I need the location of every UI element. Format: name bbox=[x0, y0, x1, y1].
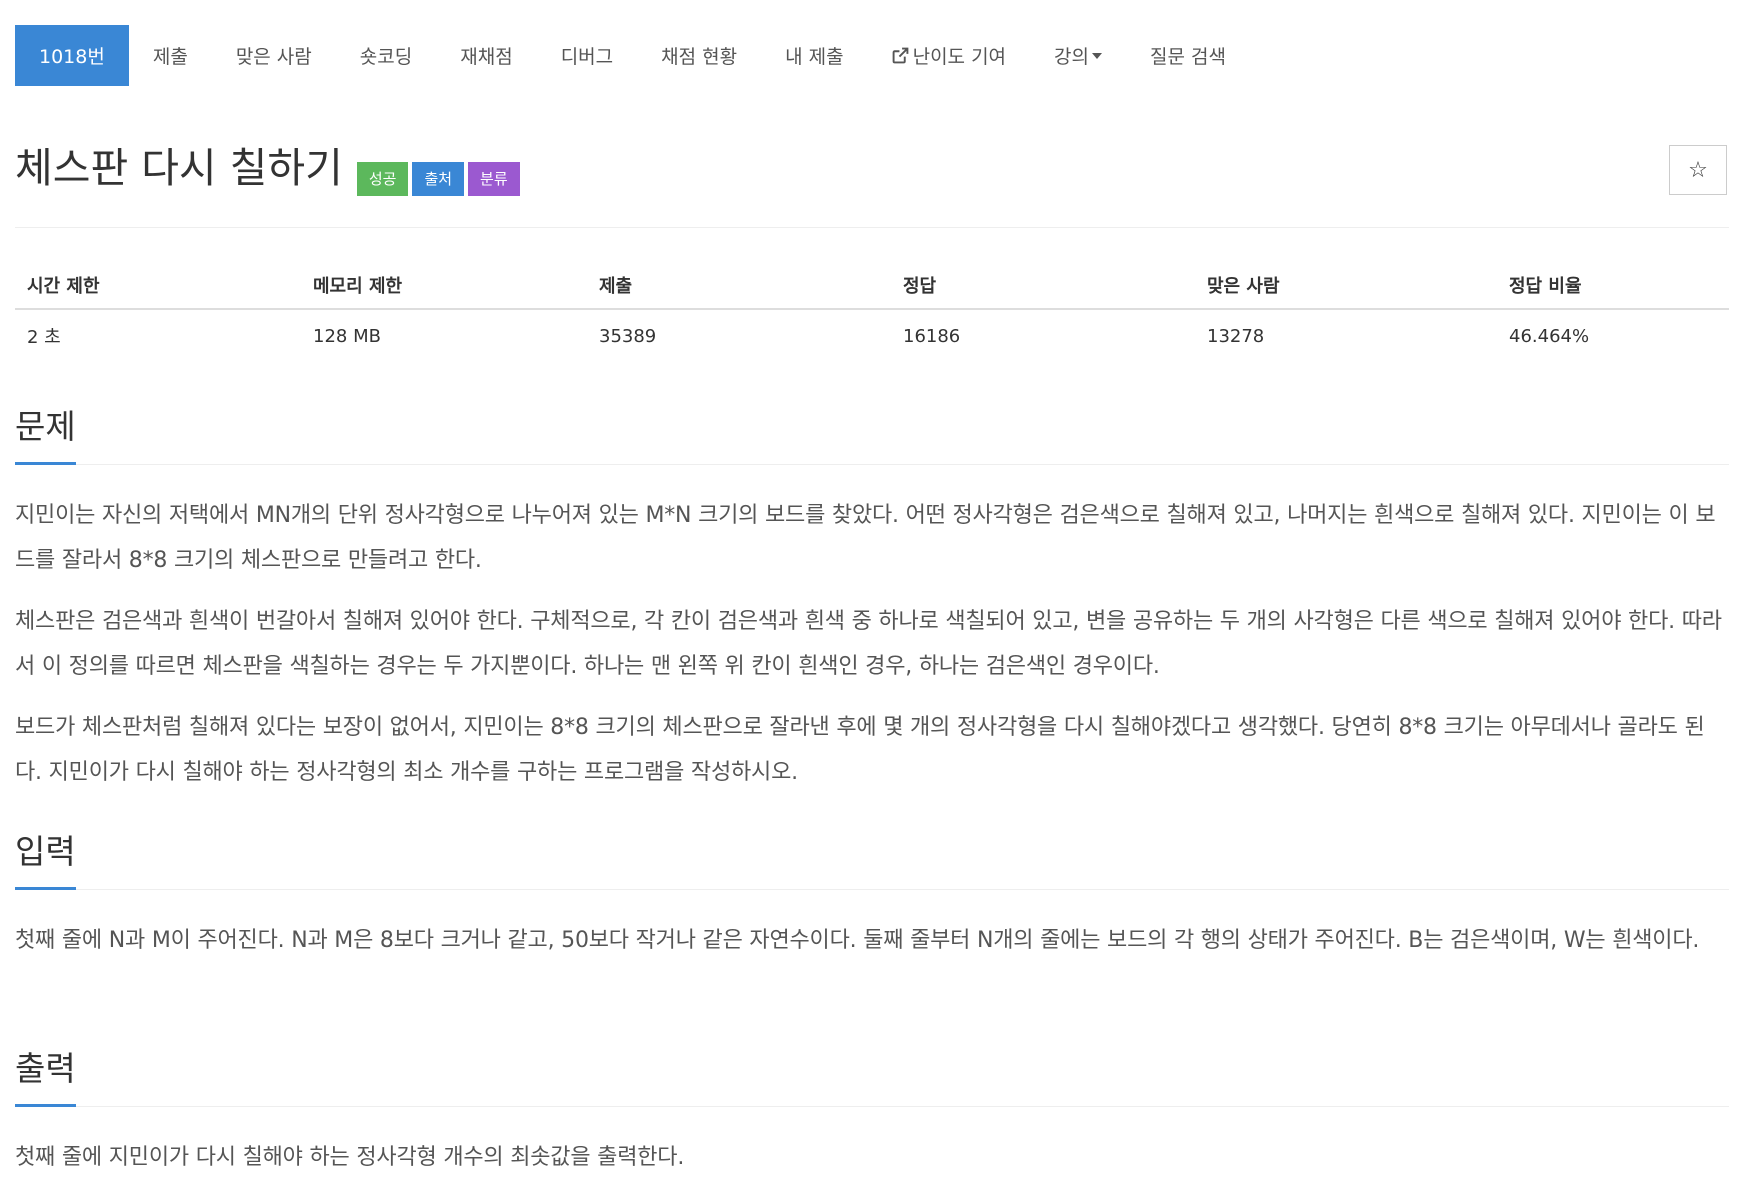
tab-label: 질문 검색 bbox=[1150, 46, 1226, 68]
output-paragraph: 첫째 줄에 지민이가 다시 칠해야 하는 정사각형 개수의 최솟값을 출력한다. bbox=[15, 1145, 685, 1170]
tab-label: 채점 현황 bbox=[661, 46, 738, 68]
external-link-icon bbox=[892, 47, 909, 64]
problem-tabs: 1018번 제출 맞은 사람 숏코딩 재채점 디버그 채점 현황 내 제출 난이… bbox=[15, 25, 1250, 86]
description-paragraph: 지민이는 자신의 저택에서 MN개의 단위 정사각형으로 나누어져 있는 M*N… bbox=[15, 503, 1716, 573]
section-title: 출력 bbox=[15, 1049, 76, 1088]
tab-rejudge[interactable]: 재채점 bbox=[436, 25, 536, 86]
tab-status[interactable]: 채점 현황 bbox=[637, 25, 761, 86]
source-badge[interactable]: 출처 bbox=[412, 162, 465, 196]
tab-question-search[interactable]: 질문 검색 bbox=[1126, 25, 1250, 86]
title-row: 체스판 다시 칠하기 성공 출처 분류 bbox=[15, 138, 524, 198]
tab-label: 내 제출 bbox=[785, 46, 844, 68]
accepted-users-value: 13278 bbox=[1207, 325, 1265, 347]
tab-label: 강의 bbox=[1054, 46, 1090, 68]
description-paragraph: 보드가 체스판처럼 칠해져 있다는 보장이 없어서, 지민이는 8*8 크기의 … bbox=[15, 715, 1705, 785]
accepted-header: 정답 bbox=[891, 262, 1195, 310]
time-limit-header: 시간 제한 bbox=[15, 262, 301, 310]
info-value-row: 2 초 128 MB 35389 16186 13278 46.464% bbox=[15, 309, 1729, 362]
tab-short-coding[interactable]: 숏코딩 bbox=[336, 25, 436, 86]
memory-limit-header: 메모리 제한 bbox=[301, 262, 587, 310]
section-header: 문제 bbox=[15, 402, 1729, 465]
tab-label: 제출 bbox=[152, 46, 188, 68]
description-paragraph: 체스판은 검은색과 흰색이 번갈아서 칠해져 있어야 한다. 구체적으로, 각 … bbox=[15, 609, 1722, 679]
tab-submit[interactable]: 제출 bbox=[129, 25, 212, 86]
section-title: 입력 bbox=[15, 832, 76, 871]
tab-label: 난이도 기여 bbox=[912, 46, 1007, 68]
time-limit-value: 2 초 bbox=[27, 327, 61, 348]
problem-description-body: 지민이는 자신의 저택에서 MN개의 단위 정사각형으로 나누어져 있는 M*N… bbox=[15, 493, 1729, 795]
accepted-ratio-header: 정답 비율 bbox=[1497, 262, 1729, 310]
input-section: 입력 첫째 줄에 N과 M이 주어진다. N과 M은 8보다 크거나 같고, 5… bbox=[15, 827, 1729, 979]
tab-problem[interactable]: 1018번 bbox=[15, 25, 129, 86]
caret-down-icon bbox=[1092, 52, 1103, 59]
section-title-underline bbox=[15, 887, 76, 890]
submissions-value: 35389 bbox=[599, 325, 657, 347]
success-badge[interactable]: 성공 bbox=[356, 162, 409, 196]
tab-label: 디버그 bbox=[560, 46, 614, 68]
tab-lectures[interactable]: 강의 bbox=[1030, 25, 1126, 86]
section-title-underline bbox=[15, 462, 76, 465]
info-header-row: 시간 제한 메모리 제한 제출 정답 맞은 사람 정답 비율 bbox=[15, 262, 1729, 310]
tab-accepted-users[interactable]: 맞은 사람 bbox=[212, 25, 336, 86]
memory-limit-value: 128 MB bbox=[313, 325, 381, 347]
problem-badges: 성공 출처 분류 bbox=[356, 162, 524, 196]
tab-label: 재채점 bbox=[460, 46, 513, 68]
input-body: 첫째 줄에 N과 M이 주어진다. N과 M은 8보다 크거나 같고, 50보다… bbox=[15, 918, 1729, 963]
star-icon: ☆ bbox=[1688, 157, 1708, 183]
tab-label: 1018번 bbox=[39, 46, 105, 68]
category-badge[interactable]: 분류 bbox=[468, 162, 520, 196]
accepted-value: 16186 bbox=[903, 325, 961, 347]
tab-difficulty-contribution[interactable]: 난이도 기여 bbox=[868, 25, 1030, 86]
tab-debug[interactable]: 디버그 bbox=[537, 25, 637, 86]
accepted-ratio-value: 46.464% bbox=[1509, 325, 1590, 347]
tab-label: 숏코딩 bbox=[359, 46, 413, 68]
output-body: 첫째 줄에 지민이가 다시 칠해야 하는 정사각형 개수의 최솟값을 출력한다. bbox=[15, 1135, 1729, 1180]
output-section: 출력 첫째 줄에 지민이가 다시 칠해야 하는 정사각형 개수의 최솟값을 출력… bbox=[15, 1044, 1729, 1196]
favorite-button[interactable]: ☆ bbox=[1669, 145, 1727, 195]
section-title: 문제 bbox=[15, 407, 76, 446]
title-divider bbox=[15, 227, 1729, 228]
input-paragraph: 첫째 줄에 N과 M이 주어진다. N과 M은 8보다 크거나 같고, 50보다… bbox=[15, 928, 1700, 953]
section-title-underline bbox=[15, 1104, 76, 1107]
page-title: 체스판 다시 칠하기 bbox=[15, 144, 343, 192]
section-header: 출력 bbox=[15, 1044, 1729, 1107]
submissions-header: 제출 bbox=[587, 262, 891, 310]
accepted-users-header: 맞은 사람 bbox=[1195, 262, 1497, 310]
tab-label: 맞은 사람 bbox=[235, 46, 312, 68]
section-header: 입력 bbox=[15, 827, 1729, 890]
problem-info-table: 시간 제한 메모리 제한 제출 정답 맞은 사람 정답 비율 2 초 128 M… bbox=[15, 262, 1729, 362]
problem-description-section: 문제 지민이는 자신의 저택에서 MN개의 단위 정사각형으로 나누어져 있는 … bbox=[15, 402, 1729, 811]
tab-my-submissions[interactable]: 내 제출 bbox=[761, 25, 867, 86]
